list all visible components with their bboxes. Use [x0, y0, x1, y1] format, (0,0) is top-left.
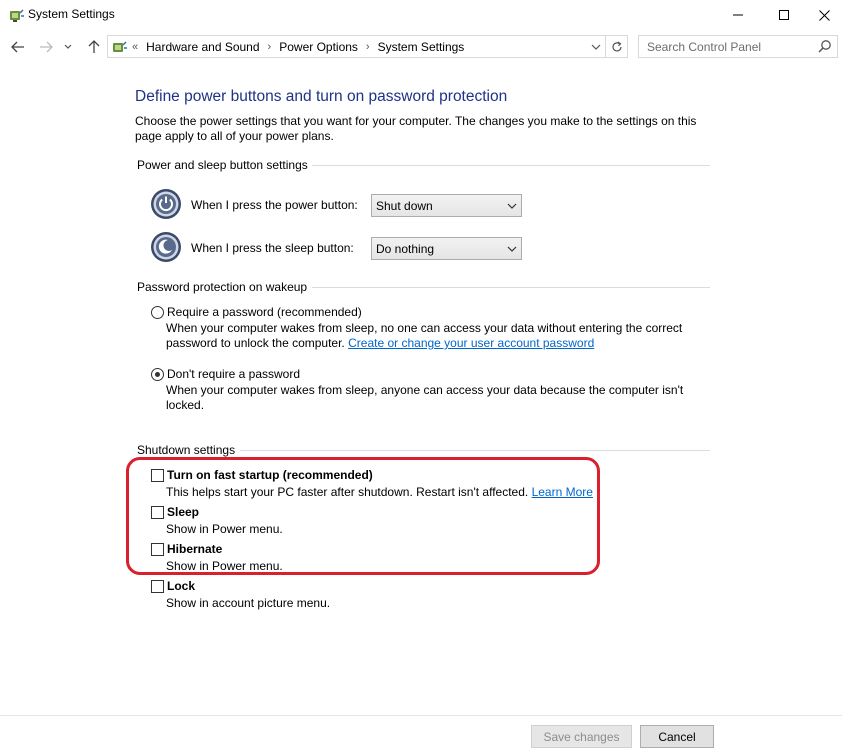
section-divider — [240, 450, 710, 451]
maximize-icon — [779, 10, 789, 20]
breadcrumb-separator-icon[interactable]: › — [268, 41, 272, 53]
require-password-description: When your computer wakes from sleep, no … — [166, 321, 706, 351]
no-password-radio[interactable] — [151, 368, 164, 381]
breadcrumb-separator-icon[interactable]: › — [366, 41, 370, 53]
require-password-radio[interactable] — [151, 306, 164, 319]
change-password-link[interactable]: Create or change your user account passw… — [348, 336, 594, 350]
address-bar[interactable]: « Hardware and Sound › Power Options › S… — [107, 35, 606, 58]
control-panel-icon — [113, 41, 127, 52]
power-button-action-select[interactable]: Shut down — [371, 194, 522, 217]
require-password-label[interactable]: Require a password (recommended) — [167, 305, 362, 319]
password-section-heading: Password protection on wakeup — [137, 280, 308, 294]
breadcrumb-overflow[interactable]: « — [132, 41, 138, 53]
refresh-button[interactable] — [606, 35, 628, 58]
power-button-label: When I press the power button: — [191, 198, 358, 212]
breadcrumb: « Hardware and Sound › Power Options › S… — [132, 36, 464, 57]
hibernate-label[interactable]: Hibernate — [167, 542, 222, 556]
close-icon — [819, 9, 830, 21]
search-box[interactable] — [638, 35, 838, 58]
lock-description: Show in account picture menu. — [166, 596, 331, 610]
address-dropdown-button[interactable] — [586, 36, 606, 57]
section-divider — [312, 165, 710, 166]
back-button[interactable] — [6, 32, 30, 62]
chevron-down-icon — [64, 44, 72, 49]
require-password-desc-line2: password to unlock the computer. — [166, 336, 345, 350]
recent-locations-button[interactable] — [58, 32, 78, 62]
sleep-button-action-value: Do nothing — [376, 242, 435, 256]
power-section-heading: Power and sleep button settings — [137, 158, 308, 172]
fast-startup-label[interactable]: Turn on fast startup (recommended) — [167, 468, 373, 482]
sleep-checkbox[interactable] — [151, 506, 164, 519]
forward-button[interactable] — [34, 32, 58, 62]
power-options-icon — [10, 9, 24, 22]
minimize-button[interactable] — [715, 0, 761, 30]
power-button-action-value: Shut down — [376, 199, 433, 213]
chevron-down-icon — [507, 246, 517, 252]
intro-text: Choose the power settings that you want … — [135, 114, 697, 143]
window-title: System Settings — [28, 7, 115, 21]
sleep-label[interactable]: Sleep — [167, 505, 199, 519]
save-changes-button[interactable]: Save changes — [531, 725, 632, 748]
shutdown-section-heading: Shutdown settings — [137, 443, 236, 457]
hibernate-description: Show in Power menu. — [166, 559, 283, 573]
fast-startup-description: This helps start your PC faster after sh… — [166, 485, 593, 499]
title-bar: System Settings — [0, 0, 842, 30]
page-title: Define power buttons and turn on passwor… — [135, 88, 508, 105]
cancel-button[interactable]: Cancel — [640, 725, 714, 748]
sleep-button-action-select[interactable]: Do nothing — [371, 237, 522, 260]
fast-startup-checkbox[interactable] — [151, 469, 164, 482]
power-button-icon — [151, 189, 181, 219]
up-button[interactable] — [82, 32, 106, 62]
no-password-description: When your computer wakes from sleep, any… — [166, 383, 684, 412]
breadcrumb-hardware-and-sound[interactable]: Hardware and Sound — [146, 40, 259, 54]
up-arrow-icon — [88, 40, 100, 53]
back-arrow-icon — [11, 41, 24, 53]
search-input[interactable] — [639, 36, 815, 57]
navigation-bar: « Hardware and Sound › Power Options › S… — [0, 32, 842, 62]
breadcrumb-system-settings[interactable]: System Settings — [378, 40, 465, 54]
sleep-button-label: When I press the sleep button: — [191, 241, 354, 255]
refresh-icon — [611, 41, 622, 51]
sleep-button-icon — [151, 232, 181, 262]
hibernate-checkbox[interactable] — [151, 543, 164, 556]
section-divider — [312, 287, 710, 288]
forward-arrow-icon — [40, 41, 53, 53]
lock-checkbox[interactable] — [151, 580, 164, 593]
chevron-down-icon — [507, 203, 517, 209]
learn-more-link[interactable]: Learn More — [532, 485, 593, 499]
close-button[interactable] — [807, 0, 842, 30]
fast-startup-desc-text: This helps start your PC faster after sh… — [166, 485, 529, 499]
maximize-button[interactable] — [761, 0, 807, 30]
lock-label[interactable]: Lock — [167, 579, 195, 593]
chevron-down-icon — [591, 44, 601, 50]
sleep-description: Show in Power menu. — [166, 522, 283, 536]
search-icon[interactable] — [818, 39, 832, 53]
minimize-icon — [733, 14, 743, 16]
require-password-desc-line1: When your computer wakes from sleep, no … — [166, 321, 683, 335]
no-password-label[interactable]: Don't require a password — [167, 367, 300, 381]
breadcrumb-power-options[interactable]: Power Options — [279, 40, 358, 54]
footer-divider — [0, 715, 842, 716]
